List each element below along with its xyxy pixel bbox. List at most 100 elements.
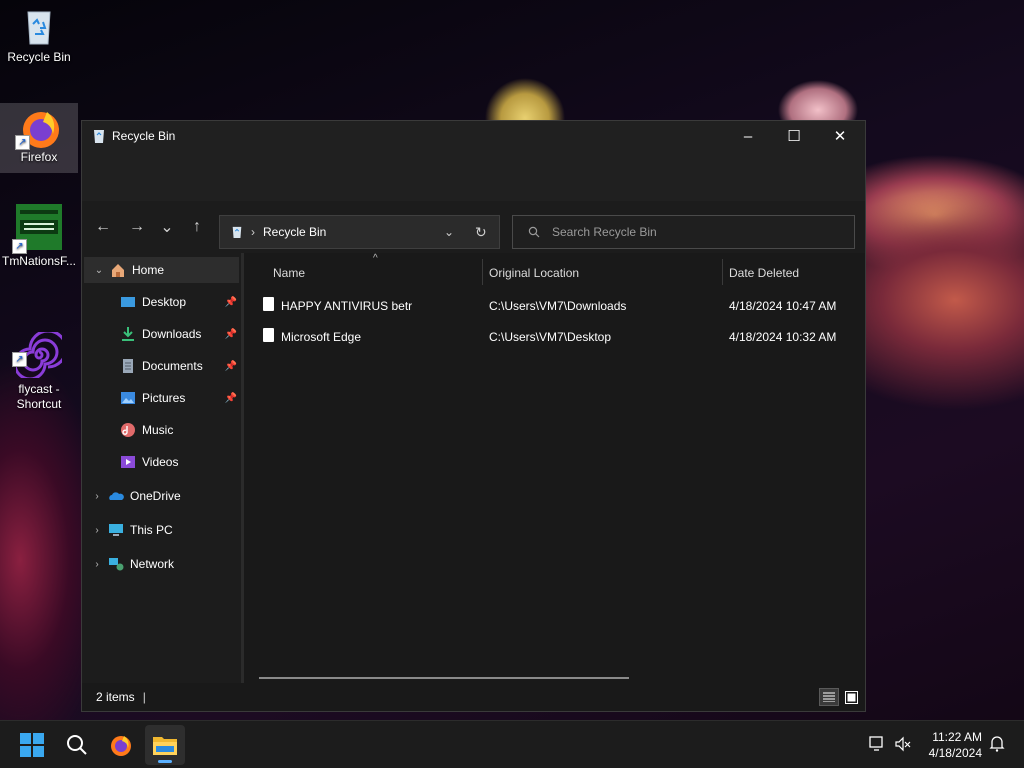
chevron-down-icon: ⌄ — [160, 219, 174, 236]
pin-icon: 📌 — [224, 360, 237, 372]
table-row[interactable]: HAPPY ANTIVIRUS betr C:\Users\VM7\Downlo… — [244, 290, 865, 321]
minimize-icon: – — [743, 127, 753, 145]
status-separator: | — [142, 690, 146, 704]
desktop-icon-flycast[interactable]: ↗ flycast - Shortcut — [0, 302, 78, 411]
nav-item-label: Videos — [142, 455, 179, 469]
title-bar[interactable]: Recycle Bin – ☐ ✕ — [82, 121, 865, 151]
back-button[interactable]: ← — [86, 210, 120, 244]
nav-item-this-pc[interactable]: › This PC — [82, 517, 241, 543]
details-view-button[interactable] — [819, 688, 839, 706]
chevron-right-icon[interactable]: › — [90, 559, 104, 570]
windows-logo-icon — [20, 733, 44, 757]
nav-item-documents[interactable]: Documents 📌 — [82, 353, 241, 379]
column-header-name[interactable]: Name — [273, 266, 305, 280]
column-separator[interactable] — [722, 259, 723, 285]
notification-icon — [989, 736, 1005, 752]
column-header-date-deleted[interactable]: Date Deleted — [729, 266, 799, 280]
chevron-right-icon[interactable]: › — [90, 491, 104, 502]
column-headers: ^ Name Original Location Date Deleted — [244, 253, 865, 285]
breadcrumb-recycle-bin[interactable]: Recycle Bin — [263, 225, 326, 239]
network-icon — [869, 736, 883, 751]
shortcut-arrow-icon: ↗ — [12, 352, 27, 367]
nav-item-label: Pictures — [142, 391, 186, 405]
pictures-icon — [121, 392, 135, 404]
column-separator[interactable] — [482, 259, 483, 285]
documents-icon — [123, 359, 133, 373]
notification-button[interactable] — [988, 735, 1008, 755]
taskbar-firefox[interactable] — [101, 725, 141, 765]
nav-item-label: This PC — [130, 523, 173, 537]
chevron-down-icon[interactable]: ⌄ — [92, 265, 106, 276]
file-name: Microsoft Edge — [281, 330, 362, 344]
up-arrow-icon: ↑ — [193, 218, 201, 235]
start-button[interactable] — [12, 725, 52, 765]
clock-time: 11:22 AM — [932, 730, 982, 744]
recycle-bin-icon — [94, 130, 104, 143]
nav-item-videos[interactable]: Videos — [82, 449, 241, 475]
back-arrow-icon: ← — [95, 218, 111, 235]
window-title: Recycle Bin — [112, 129, 176, 143]
chevron-right-icon[interactable]: › — [90, 525, 104, 536]
recycle-bin-icon — [19, 6, 59, 46]
volume-tray-icon[interactable] — [894, 735, 914, 755]
recent-locations-button[interactable]: ⌄ — [154, 210, 180, 244]
tiles-view-button[interactable] — [842, 688, 860, 706]
details-view-icon — [823, 692, 835, 702]
table-row[interactable]: Microsoft Edge C:\Users\VM7\Desktop 4/18… — [244, 321, 865, 352]
nav-item-network[interactable]: › Network — [82, 551, 241, 577]
desktop-icon-firefox[interactable]: ↗ Firefox — [0, 103, 78, 173]
nav-item-home[interactable]: ⌄ Home — [84, 257, 239, 283]
forward-button[interactable]: → — [120, 210, 154, 244]
column-header-original-location[interactable]: Original Location — [489, 266, 579, 280]
clock[interactable]: 11:22 AM 4/18/2024 — [922, 721, 982, 768]
folder-icon — [153, 737, 177, 755]
tmnations-icon: ↗ — [12, 204, 62, 254]
search-button[interactable] — [57, 725, 97, 765]
active-indicator — [158, 760, 172, 763]
nav-item-pictures[interactable]: Pictures 📌 — [82, 385, 241, 411]
network-tray-icon[interactable] — [868, 735, 888, 755]
file-explorer-window: Recycle Bin – ☐ ✕ ← → ⌄ ↑ › Recycle Bin … — [81, 120, 866, 712]
nav-item-label: Network — [130, 557, 175, 571]
nav-item-desktop[interactable]: Desktop 📌 — [82, 289, 241, 315]
pin-icon: 📌 — [224, 328, 237, 340]
nav-item-label: OneDrive — [130, 489, 181, 503]
firefox-icon — [111, 736, 131, 756]
desktop-icon-label: Recycle Bin — [7, 50, 71, 64]
tiles-view-icon — [844, 690, 858, 704]
horizontal-scrollbar[interactable] — [259, 677, 629, 679]
music-icon — [121, 423, 135, 437]
command-bar — [82, 151, 865, 201]
taskbar-file-explorer[interactable] — [145, 725, 185, 765]
status-bar: 2 items | — [82, 683, 865, 711]
minimize-button[interactable]: – — [725, 121, 771, 151]
address-bar[interactable]: › Recycle Bin ⌄ ↻ — [219, 215, 500, 249]
address-dropdown-button[interactable]: ⌄ — [444, 225, 454, 239]
this-pc-icon — [109, 524, 123, 536]
desktop-icon-tmnations[interactable]: ↗ TmNationsF... — [0, 204, 78, 270]
maximize-button[interactable]: ☐ — [771, 121, 817, 151]
up-button[interactable]: ↑ — [180, 210, 214, 244]
search-input[interactable]: Search Recycle Bin — [512, 215, 855, 249]
search-placeholder: Search Recycle Bin — [552, 225, 657, 239]
file-list[interactable]: ^ Name Original Location Date Deleted HA… — [244, 253, 865, 685]
flycast-icon: ↗ — [12, 317, 68, 381]
desktop-icon — [121, 297, 135, 307]
desktop-icon-recycle-bin[interactable]: Recycle Bin — [0, 6, 78, 74]
nav-item-label: Desktop — [142, 295, 187, 309]
sort-ascending-icon: ^ — [373, 253, 378, 264]
nav-item-downloads[interactable]: Downloads 📌 — [82, 321, 241, 347]
navigation-pane[interactable]: ⌄ Home Desktop 📌 Downloads 📌 Documents 📌… — [82, 253, 241, 685]
nav-item-onedrive[interactable]: › OneDrive — [82, 483, 241, 509]
nav-item-music[interactable]: Music — [82, 417, 241, 443]
maximize-icon: ☐ — [787, 128, 801, 145]
close-icon: ✕ — [833, 128, 847, 145]
item-count: 2 items — [96, 690, 135, 704]
pin-icon: 📌 — [224, 296, 237, 308]
close-button[interactable]: ✕ — [817, 121, 863, 151]
search-icon — [67, 735, 87, 755]
file-original-location: C:\Users\VM7\Desktop — [489, 330, 612, 344]
breadcrumb-separator: › — [251, 225, 255, 239]
refresh-button[interactable]: ↻ — [475, 224, 487, 241]
nav-item-label: Documents — [142, 359, 203, 373]
